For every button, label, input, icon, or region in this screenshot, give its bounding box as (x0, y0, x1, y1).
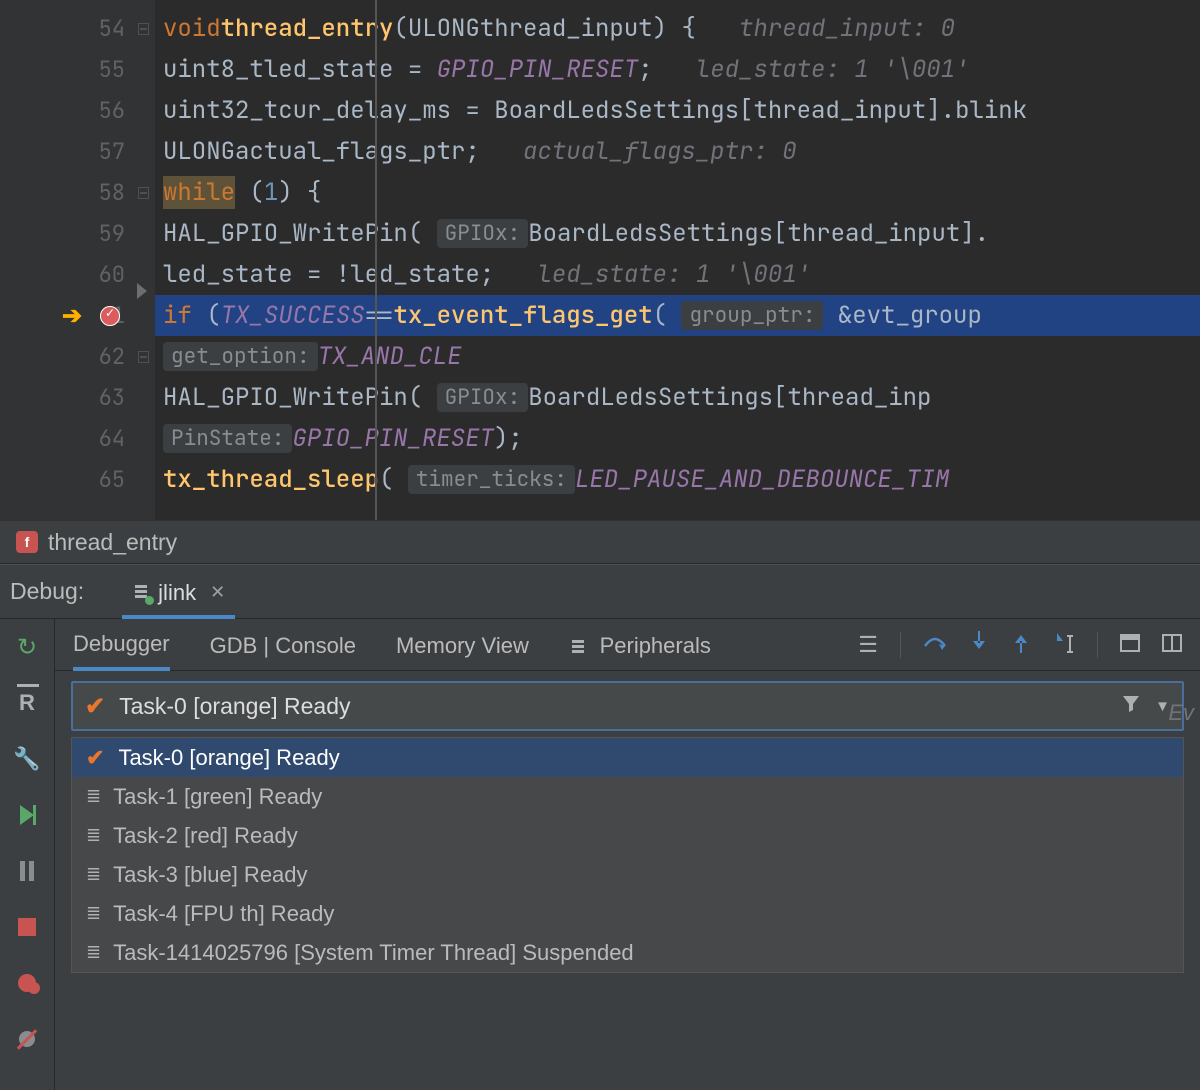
restore-layout-button[interactable]: R (13, 689, 41, 717)
rerun-button[interactable]: ↻ (13, 633, 41, 661)
filter-icon[interactable] (1121, 693, 1141, 719)
gutter-line[interactable]: 58 (0, 172, 155, 213)
code-line[interactable]: get_option: TX_AND_CLE (155, 336, 1200, 377)
tab-name: jlink (158, 580, 196, 606)
editor-gutter[interactable]: 54555657585960➔✓6162636465 (0, 0, 155, 520)
gutter-line[interactable]: ➔✓61 (0, 295, 155, 336)
code-line[interactable]: if (TX_SUCCESS == tx_event_flags_get( gr… (155, 295, 1200, 336)
breadcrumb-text: thread_entry (48, 529, 177, 556)
thread-item[interactable]: ≣ Task-4 [FPU th] Ready (72, 894, 1183, 933)
debug-label: Debug: (10, 578, 84, 605)
evaluate-icon[interactable] (1120, 632, 1140, 658)
breadcrumb[interactable]: f thread_entry (0, 520, 1200, 564)
fold-icon[interactable] (137, 186, 150, 199)
pause-button[interactable] (13, 857, 41, 885)
thread-icon: ≣ (86, 864, 99, 885)
tab-memory-view[interactable]: Memory View (396, 633, 529, 669)
gutter-line[interactable]: 59 (0, 213, 155, 254)
fold-icon[interactable] (137, 22, 150, 35)
step-out-icon[interactable] (1011, 631, 1031, 659)
gutter-line[interactable]: 62 (0, 336, 155, 377)
thread-item[interactable]: ≣ Task-1414025796 [System Timer Thread] S… (72, 933, 1183, 972)
code-line[interactable]: ULONG actual_flags_ptr; actual_flags_ptr… (155, 131, 1200, 172)
side-label: Ev (1168, 700, 1194, 726)
thread-item[interactable]: ≣ Task-3 [blue] Ready (72, 855, 1183, 894)
step-over-icon[interactable] (923, 632, 947, 658)
function-icon: f (16, 531, 38, 553)
check-icon: ✔ (85, 692, 105, 721)
thread-label: Task-3 [blue] Ready (113, 862, 307, 888)
frames-icon[interactable]: ☰ (858, 632, 878, 658)
thread-icon: ≣ (86, 825, 99, 846)
code-line[interactable]: led_state = !led_state; led_state: 1 '\0… (155, 254, 1200, 295)
fold-icon[interactable] (137, 350, 150, 363)
thread-label: Task-4 [FPU th] Ready (113, 901, 334, 927)
code-line[interactable]: uint8_t led_state = GPIO_PIN_RESET; led_… (155, 49, 1200, 90)
debug-tabs: Debugger GDB | Console Memory View Perip… (55, 619, 1200, 671)
code-line[interactable]: PinState: GPIO_PIN_RESET); (155, 418, 1200, 459)
settings-button[interactable]: 🔧 (13, 745, 41, 773)
debug-actions-rail: ↻ R 🔧 (0, 619, 55, 1090)
gutter-line[interactable]: 56 (0, 90, 155, 131)
code-line[interactable]: while (1) { (155, 172, 1200, 213)
tab-gdb-console[interactable]: GDB | Console (210, 633, 356, 669)
check-icon: ✔ (86, 745, 104, 771)
thread-selector[interactable]: ✔ Task-0 [orange] Ready ▼ (71, 681, 1184, 731)
code-line[interactable]: uint32_t cur_delay_ms = BoardLedsSetting… (155, 90, 1200, 131)
thread-dropdown-list[interactable]: ✔ Task-0 [orange] Ready ≣ Task-1 [green] Re… (71, 737, 1184, 973)
thread-label: Task-0 [orange] Ready (118, 745, 339, 771)
code-line[interactable]: HAL_GPIO_WritePin( GPIOx: BoardLedsSetti… (155, 377, 1200, 418)
thread-item[interactable]: ≣ Task-2 [red] Ready (72, 816, 1183, 855)
tab-debugger[interactable]: Debugger (73, 631, 170, 671)
run-to-cursor-icon[interactable] (1053, 631, 1075, 659)
code-line[interactable]: tx_thread_sleep( timer_ticks: LED_PAUSE_… (155, 459, 1200, 500)
thread-icon: ≣ (86, 786, 99, 807)
tab-peripherals[interactable]: Peripherals (569, 633, 711, 669)
debug-main: Debugger GDB | Console Memory View Perip… (55, 619, 1200, 1090)
close-icon[interactable]: ✕ (210, 582, 225, 603)
selected-thread-label: Task-0 [orange] Ready (119, 693, 1121, 720)
step-into-icon[interactable] (969, 631, 989, 659)
thread-icon: ≣ (86, 942, 99, 963)
step-toolbar: ☰ (858, 631, 1182, 659)
gutter-line[interactable]: 57 (0, 131, 155, 172)
view-breakpoints-button[interactable] (13, 969, 41, 997)
gutter-line[interactable]: 65 (0, 459, 155, 500)
thread-label: Task-1414025796 [System Timer Thread] Su… (113, 940, 634, 966)
thread-label: Task-1 [green] Ready (113, 784, 322, 810)
gutter-line[interactable]: 54 (0, 8, 155, 49)
gutter-line[interactable]: 60 (0, 254, 155, 295)
stop-button[interactable] (13, 913, 41, 941)
debug-panel: ↻ R 🔧 Debugger GDB | Console Memory View… (0, 618, 1200, 1090)
debug-toolwindow-header: Debug: jlink ✕ (0, 564, 1200, 618)
breakpoint-icon[interactable]: ✓ (100, 306, 120, 326)
code-column[interactable]: void thread_entry(ULONG thread_input) { … (155, 0, 1200, 520)
layout-icon[interactable] (1162, 632, 1182, 658)
code-line[interactable]: HAL_GPIO_WritePin( GPIOx: BoardLedsSetti… (155, 213, 1200, 254)
resume-button[interactable] (13, 801, 41, 829)
bug-icon (132, 582, 150, 603)
code-line[interactable]: void thread_entry(ULONG thread_input) { … (155, 8, 1200, 49)
thread-icon: ≣ (86, 903, 99, 924)
exec-pointer-icon: ➔ (62, 301, 82, 330)
debug-session-tab[interactable]: jlink ✕ (122, 571, 235, 619)
code-editor[interactable]: 54555657585960➔✓6162636465 void thread_e… (0, 0, 1200, 520)
gutter-line[interactable]: 64 (0, 418, 155, 459)
chip-icon (569, 638, 592, 657)
mute-breakpoints-button[interactable] (13, 1025, 41, 1053)
thread-label: Task-2 [red] Ready (113, 823, 298, 849)
gutter-line[interactable]: 63 (0, 377, 155, 418)
thread-item[interactable]: ≣ Task-1 [green] Ready (72, 777, 1183, 816)
gutter-line[interactable]: 55 (0, 49, 155, 90)
thread-item[interactable]: ✔ Task-0 [orange] Ready (72, 738, 1183, 777)
